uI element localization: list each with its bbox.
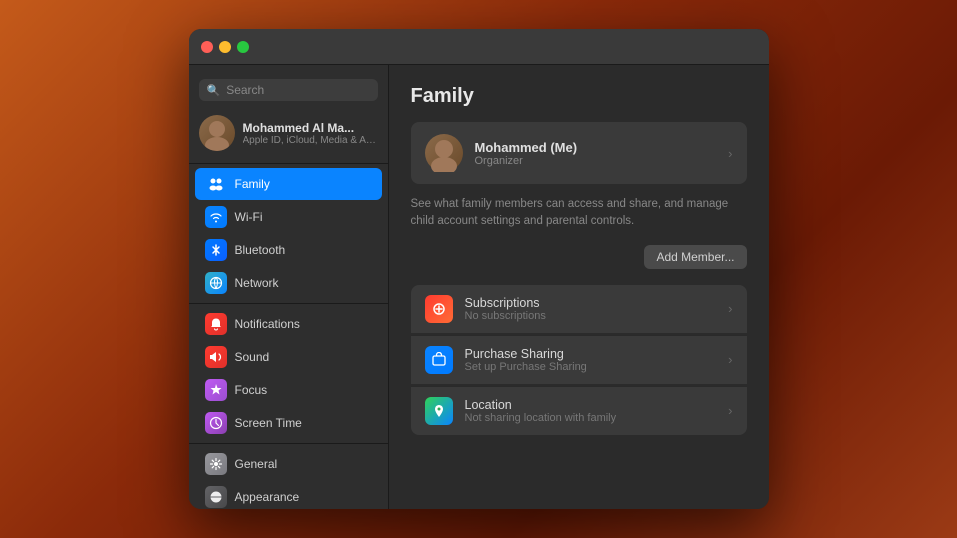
bluetooth-icon <box>205 239 227 261</box>
sidebar-item-bluetooth[interactable]: Bluetooth <box>195 234 382 266</box>
location-title: Location <box>465 398 717 412</box>
family-sections: Subscriptions No subscriptions › Purchas… <box>411 285 747 435</box>
sidebar-item-family[interactable]: Family <box>195 168 382 200</box>
search-placeholder: Search <box>226 83 264 97</box>
purchase-chevron-icon: › <box>728 352 732 367</box>
sidebar-item-label-sound: Sound <box>235 350 270 364</box>
subscriptions-icon <box>425 295 453 323</box>
sidebar-item-wifi[interactable]: Wi-Fi <box>195 201 382 233</box>
wifi-icon <box>205 206 227 228</box>
family-icon <box>205 173 227 195</box>
location-text: Location Not sharing location with famil… <box>465 398 717 424</box>
family-member-row[interactable]: Mohammed (Me) Organizer › <box>411 122 747 184</box>
sidebar-item-label-network: Network <box>235 276 279 290</box>
minimize-button[interactable] <box>219 41 231 53</box>
titlebar <box>189 29 769 65</box>
general-icon <box>205 453 227 475</box>
notifications-icon <box>205 313 227 335</box>
maximize-button[interactable] <box>237 41 249 53</box>
purchase-sharing-text: Purchase Sharing Set up Purchase Sharing <box>465 347 717 373</box>
close-button[interactable] <box>201 41 213 53</box>
sidebar-item-focus[interactable]: Focus <box>195 374 382 406</box>
sidebar-item-screentime[interactable]: Screen Time <box>195 407 382 439</box>
sidebar-item-label-screentime: Screen Time <box>235 416 302 430</box>
family-member-info: Mohammed (Me) Organizer <box>475 140 717 167</box>
avatar <box>199 115 235 151</box>
location-chevron-icon: › <box>728 403 732 418</box>
profile-name: Mohammed Al Ma... <box>243 121 378 135</box>
search-bar: 🔍 Search <box>189 73 388 111</box>
page-title: Family <box>411 85 747 108</box>
purchase-sharing-subtitle: Set up Purchase Sharing <box>465 361 717 373</box>
location-item[interactable]: Location Not sharing location with famil… <box>411 386 747 435</box>
search-input[interactable]: 🔍 Search <box>199 79 378 101</box>
subscriptions-chevron-icon: › <box>728 301 732 316</box>
main-content: Family Mohammed (Me) Organizer › See wha… <box>389 65 769 509</box>
sidebar-item-notifications[interactable]: Notifications <box>195 308 382 340</box>
sidebar-item-label-bluetooth: Bluetooth <box>235 243 286 257</box>
sidebar-item-label-notifications: Notifications <box>235 317 300 331</box>
search-icon: 🔍 <box>207 84 221 97</box>
profile-section[interactable]: Mohammed Al Ma... Apple ID, iCloud, Medi… <box>189 111 388 159</box>
focus-icon <box>205 379 227 401</box>
add-member-button[interactable]: Add Member... <box>644 245 746 269</box>
sidebar: 🔍 Search Mohammed Al Ma... Apple ID, iCl… <box>189 65 389 509</box>
subscriptions-text: Subscriptions No subscriptions <box>465 296 717 322</box>
traffic-lights <box>201 41 249 53</box>
subscriptions-subtitle: No subscriptions <box>465 310 717 322</box>
sound-icon <box>205 346 227 368</box>
sidebar-item-label-wifi: Wi-Fi <box>235 210 263 224</box>
location-icon <box>425 397 453 425</box>
sidebar-item-appearance[interactable]: Appearance <box>195 481 382 509</box>
subscriptions-title: Subscriptions <box>465 296 717 310</box>
location-subtitle: Not sharing location with family <box>465 412 717 424</box>
network-icon <box>205 272 227 294</box>
subscriptions-item[interactable]: Subscriptions No subscriptions › <box>411 285 747 333</box>
system-preferences-window: 🔍 Search Mohammed Al Ma... Apple ID, iCl… <box>189 29 769 509</box>
family-member-role: Organizer <box>475 155 717 167</box>
sidebar-item-sound[interactable]: Sound <box>195 341 382 373</box>
profile-info: Mohammed Al Ma... Apple ID, iCloud, Medi… <box>243 121 378 146</box>
divider-1 <box>189 163 388 164</box>
purchase-sharing-title: Purchase Sharing <box>465 347 717 361</box>
sidebar-item-label-family: Family <box>235 177 270 191</box>
purchase-sharing-icon <box>425 346 453 374</box>
sidebar-item-network[interactable]: Network <box>195 267 382 299</box>
appearance-icon <box>205 486 227 508</box>
sidebar-item-label-appearance: Appearance <box>235 490 300 504</box>
family-member-name: Mohammed (Me) <box>475 140 717 155</box>
family-description: See what family members can access and s… <box>411 196 747 231</box>
divider-2 <box>189 303 388 304</box>
divider-3 <box>189 443 388 444</box>
sidebar-item-label-focus: Focus <box>235 383 268 397</box>
sidebar-item-label-general: General <box>235 457 278 471</box>
screentime-icon <box>205 412 227 434</box>
window-content: 🔍 Search Mohammed Al Ma... Apple ID, iCl… <box>189 65 769 509</box>
family-member-avatar <box>425 134 463 172</box>
purchase-sharing-item[interactable]: Purchase Sharing Set up Purchase Sharing… <box>411 335 747 384</box>
profile-subtitle: Apple ID, iCloud, Media & App Store <box>243 135 378 146</box>
chevron-right-icon: › <box>728 146 732 161</box>
sidebar-item-general[interactable]: General <box>195 448 382 480</box>
add-member-container: Add Member... <box>411 245 747 269</box>
